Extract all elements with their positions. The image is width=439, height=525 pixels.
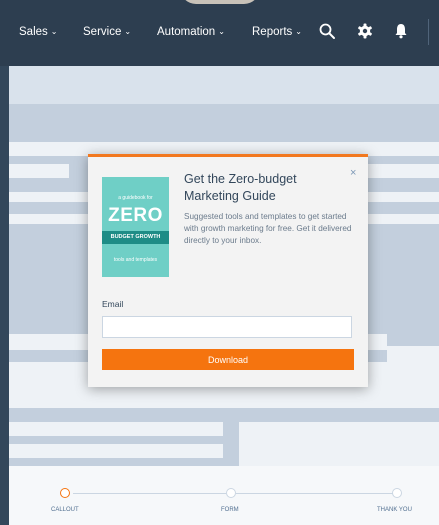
email-label: Email <box>102 299 124 309</box>
top-navigation: Sales ⌄ Service ⌄ Automation ⌄ Reports ⌄ <box>0 0 439 66</box>
step-dot-thank-you[interactable] <box>392 488 402 498</box>
nav-item-service[interactable]: Service ⌄ <box>83 26 131 38</box>
bell-icon[interactable] <box>392 22 410 40</box>
step-dot-form[interactable] <box>226 488 236 498</box>
chevron-down-icon: ⌄ <box>50 27 58 36</box>
email-field[interactable] <box>102 316 352 338</box>
content-band-placeholder <box>9 444 223 458</box>
nav-item-label: Service <box>83 26 122 38</box>
step-connector <box>236 493 395 494</box>
content-band-placeholder <box>9 164 69 178</box>
step-label-form: FORM <box>221 507 239 513</box>
cover-band: BUDGET GROWTH <box>102 231 169 244</box>
cover-bottom-line: tools and templates <box>113 257 158 263</box>
step-label-thank-you: THANK YOU <box>377 507 412 513</box>
nav-item-sales[interactable]: Sales ⌄ <box>19 26 57 38</box>
content-band-placeholder <box>9 422 223 436</box>
step-dot-callout[interactable] <box>60 488 70 498</box>
nav-divider <box>428 19 429 45</box>
chevron-down-icon: ⌄ <box>295 27 302 36</box>
download-button[interactable]: Download <box>102 349 354 370</box>
callout-popup: a guidebook for ZERO BUDGET GROWTH tools… <box>88 154 368 387</box>
chevron-down-icon: ⌄ <box>218 27 225 36</box>
popup-title: Get the Zero-budget Marketing Guide <box>184 172 297 203</box>
content-block-placeholder <box>239 422 439 466</box>
search-icon[interactable] <box>318 22 336 40</box>
content-block-placeholder <box>387 346 439 408</box>
avatar <box>180 0 260 4</box>
page-header-placeholder <box>9 66 439 104</box>
cover-title: ZERO <box>108 205 163 226</box>
step-connector <box>73 493 226 494</box>
content-band-placeholder <box>359 164 439 178</box>
nav-item-automation[interactable]: Automation ⌄ <box>157 26 225 38</box>
chevron-down-icon: ⌄ <box>124 27 132 36</box>
nav-item-label: Automation <box>157 26 216 38</box>
gear-icon[interactable] <box>356 22 374 40</box>
guide-cover-image: a guidebook for ZERO BUDGET GROWTH tools… <box>102 177 169 277</box>
nav-item-reports[interactable]: Reports ⌄ <box>252 26 302 38</box>
nav-item-label: Sales <box>19 26 48 38</box>
popup-description: Suggested tools and templates to get sta… <box>184 212 352 245</box>
step-progress-bar: CALLOUT FORM THANK YOU <box>9 466 439 525</box>
cover-top-line: a guidebook for <box>118 195 153 201</box>
nav-item-label: Reports <box>252 26 293 38</box>
step-label-callout: CALLOUT <box>51 507 79 513</box>
close-icon[interactable]: × <box>350 167 356 179</box>
